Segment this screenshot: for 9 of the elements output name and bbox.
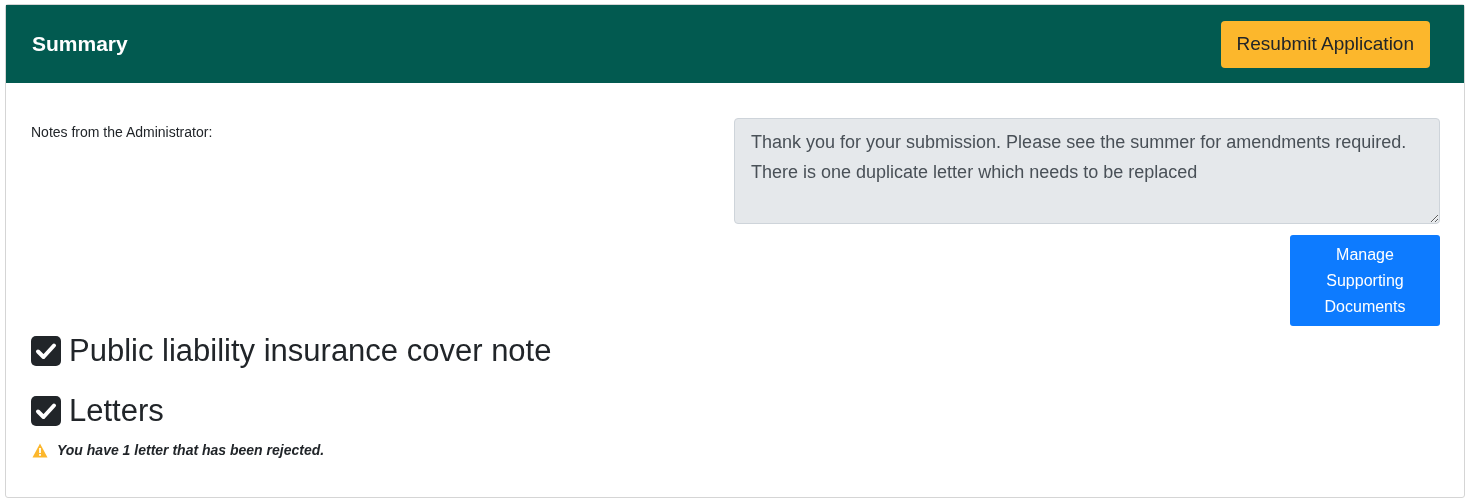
card-title: Summary [32, 31, 128, 58]
warning-text: You have 1 letter that has been rejected. [57, 441, 325, 460]
notes-label: Notes from the Administrator: [31, 123, 213, 142]
checklist-item-label: Public liability insurance cover note [69, 332, 552, 370]
notes-field[interactable]: Thank you for your submission. Please see the summer for amendments required. There is one duplicate letter which needs to be replaced [734, 118, 1440, 224]
resubmit-button[interactable]: Resubmit Application [1220, 20, 1430, 68]
manage-documents-button[interactable]: Manage Supporting Documents [1290, 235, 1440, 326]
warning-icon [32, 443, 48, 458]
checklist-item-label: Letters [69, 392, 164, 430]
